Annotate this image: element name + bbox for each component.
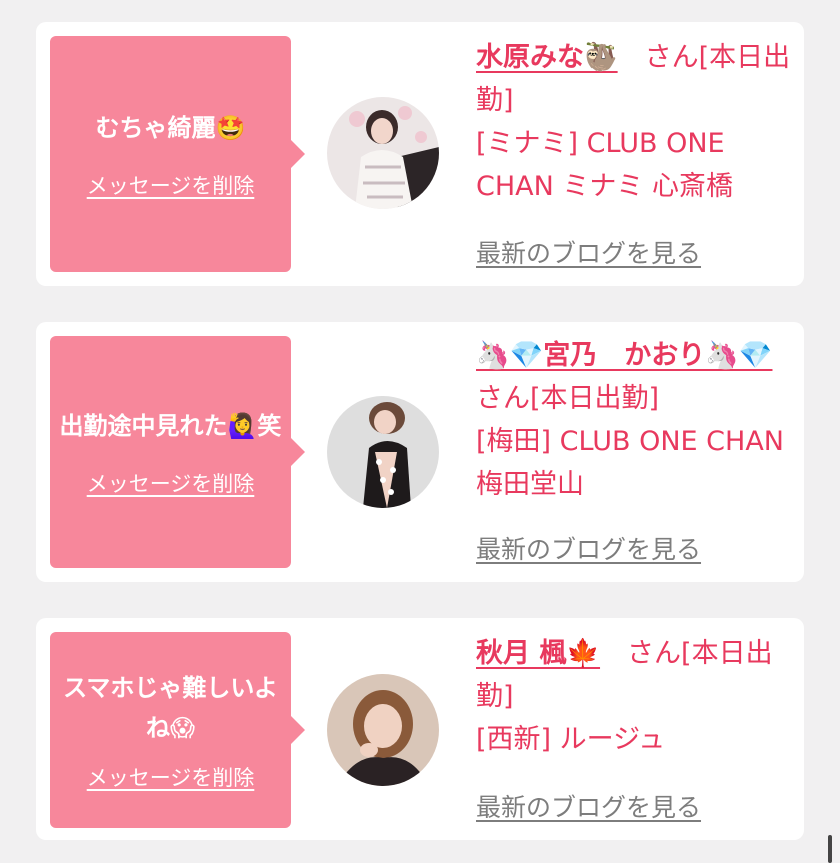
girl-name-link[interactable]: 🦄💎宮乃 かおり🦄💎 bbox=[476, 340, 772, 371]
latest-blog-link[interactable]: 最新のブログを見る bbox=[476, 530, 701, 566]
delete-message-link[interactable]: メッセージを削除 bbox=[87, 468, 255, 498]
scrollbar[interactable] bbox=[828, 835, 832, 863]
avatar[interactable] bbox=[327, 396, 439, 508]
avatar-photo bbox=[327, 97, 439, 209]
message-text: スマホじゃ難しいよね😱 bbox=[63, 674, 278, 742]
message-bubble: 出勤途中見れた🙋‍♀️笑 メッセージを削除 bbox=[50, 336, 305, 568]
message-card: スマホじゃ難しいよね😱 メッセージを削除 秋月 楓🍁 さん[本日出勤] [西新]… bbox=[36, 618, 804, 840]
delete-message-link[interactable]: メッセージを削除 bbox=[87, 762, 255, 792]
girl-info: 秋月 楓🍁 さん[本日出勤] [西新] ルージュ bbox=[476, 632, 794, 761]
shop-text: [ミナミ] CLUB ONE CHAN ミナミ 心斎橋 bbox=[476, 128, 733, 202]
shop-text: [梅田] CLUB ONE CHAN 梅田堂山 bbox=[476, 426, 784, 500]
delete-message-link[interactable]: メッセージを削除 bbox=[87, 170, 255, 200]
message-bubble: むちゃ綺麗🤩 メッセージを削除 bbox=[50, 36, 305, 272]
message-bubble: スマホじゃ難しいよね😱 メッセージを削除 bbox=[50, 632, 305, 828]
avatar[interactable] bbox=[327, 97, 439, 209]
latest-blog-link[interactable]: 最新のブログを見る bbox=[476, 234, 701, 270]
message-text: 出勤途中見れた🙋‍♀️笑 bbox=[59, 412, 282, 440]
girl-info: 水原みな🦥 さん[本日出勤] [ミナミ] CLUB ONE CHAN ミナミ 心… bbox=[476, 36, 794, 208]
avatar-photo bbox=[327, 674, 439, 786]
girl-info: 🦄💎宮乃 かおり🦄💎 さん[本日出勤] [梅田] CLUB ONE CHAN 梅… bbox=[476, 334, 794, 506]
shop-text: [西新] ルージュ bbox=[476, 724, 666, 755]
message-card: 出勤途中見れた🙋‍♀️笑 メッセージを削除 🦄💎宮乃 かおり🦄💎 さん[本日出勤… bbox=[36, 322, 804, 582]
avatar-photo bbox=[327, 396, 439, 508]
girl-name-link[interactable]: 水原みな🦥 bbox=[476, 42, 618, 73]
avatar[interactable] bbox=[327, 674, 439, 786]
girl-name-link[interactable]: 秋月 楓🍁 bbox=[476, 638, 600, 669]
message-card: むちゃ綺麗🤩 メッセージを削除 水原みな🦥 さん[本日出勤] [ミナミ] CLU… bbox=[36, 22, 804, 286]
latest-blog-link[interactable]: 最新のブログを見る bbox=[476, 788, 701, 824]
message-text: むちゃ綺麗🤩 bbox=[95, 114, 246, 142]
